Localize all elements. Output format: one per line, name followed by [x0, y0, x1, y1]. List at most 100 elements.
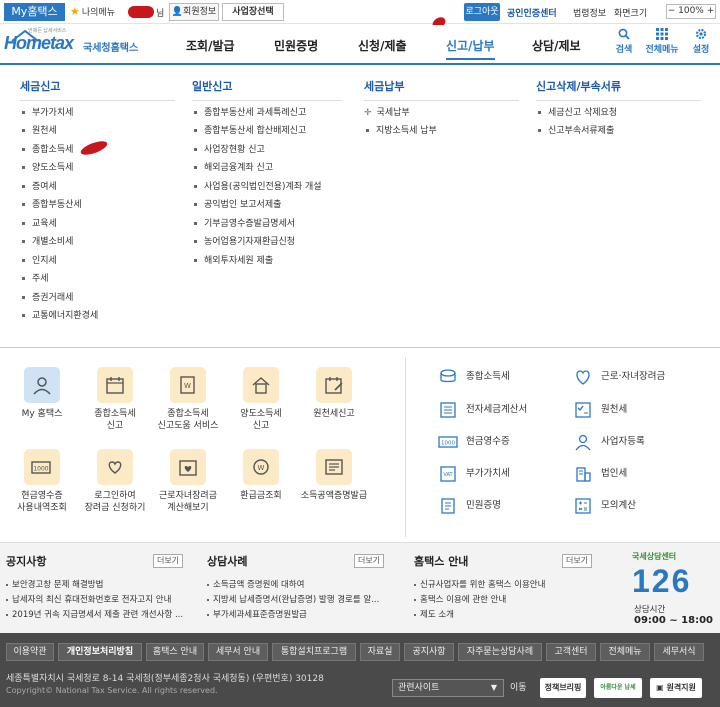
menu-item[interactable]: 사업용(공익법인전용)계좌 개설: [194, 181, 322, 193]
notice-item[interactable]: 납세자의 최신 휴대전화번호로 전자고지 안내: [6, 595, 171, 606]
policy-briefing-badge[interactable]: 정책브리핑: [540, 678, 586, 698]
member-info-button[interactable]: 👤회원정보: [169, 3, 219, 21]
menu-item[interactable]: 주세: [22, 273, 49, 285]
guide-item[interactable]: 홈택스 이용에 관한 안내: [414, 595, 506, 606]
menu-item[interactable]: 종합소득세: [22, 144, 73, 156]
quick-cash-receipt-history[interactable]: 1000 현금영수증 사용내역조회: [7, 449, 77, 514]
footer-link-tax-forms[interactable]: 세무서식: [654, 643, 704, 661]
menu-item[interactable]: 해외투자세원 제출: [194, 255, 273, 267]
quick-income-tax-help[interactable]: W 종합소득세 신고도움 서비스: [153, 367, 223, 432]
cert-center-link[interactable]: 공인인증센터: [507, 6, 557, 19]
menu-item[interactable]: 사업장현황 신고: [194, 144, 265, 156]
logout-button[interactable]: 로그아웃: [464, 3, 500, 21]
nav-inquiry[interactable]: 조회/발급: [186, 37, 235, 54]
notice-more-button[interactable]: 더보기: [153, 554, 183, 568]
all-menu-button[interactable]: 전체메뉴: [645, 28, 679, 55]
main-header: 언제든 납세서비스 Hometax 국세청홈택스 조회/발급 민원증명 신청/제…: [0, 25, 720, 65]
bullet-icon: [22, 259, 25, 262]
footer-link-all-menu[interactable]: 전체메뉴: [600, 643, 650, 661]
menu-item[interactable]: 원천세: [22, 125, 57, 137]
cases-more-button[interactable]: 더보기: [354, 554, 384, 568]
footer-link-notice[interactable]: 공지사항: [404, 643, 454, 661]
zoom-control[interactable]: − 100% +: [666, 4, 716, 19]
notice-item[interactable]: 2019년 귀속 지급명세서 제출 관련 개선사항 ...: [6, 610, 183, 621]
footer-link-tax-office[interactable]: 세무서 안내: [208, 643, 268, 661]
shortcut-label: 종합소득세: [466, 371, 510, 382]
menu-item[interactable]: 인지세: [22, 255, 57, 267]
zoom-in-icon[interactable]: +: [707, 6, 715, 16]
guide-more-button[interactable]: 더보기: [562, 554, 592, 568]
quick-subsidy-calc[interactable]: 근로자녀장려금 계산해보기: [153, 449, 223, 514]
footer-link-privacy[interactable]: 개인정보처리방침: [58, 643, 142, 661]
menu-item[interactable]: 증여세: [22, 181, 57, 193]
menu-item[interactable]: 세금신고 삭제요청: [538, 107, 617, 119]
column-title-tax-payment: 세금납부: [364, 78, 519, 101]
menu-item[interactable]: 기부금영수증발급명세서: [194, 218, 295, 230]
nav-consult[interactable]: 상담/제보: [532, 37, 581, 54]
bullet-icon: [538, 111, 541, 114]
footer-link-customer-center[interactable]: 고객센터: [546, 643, 596, 661]
nav-civil[interactable]: 민원증명: [274, 37, 318, 54]
badge-label: 원격지원: [666, 683, 696, 692]
footer-link-library[interactable]: 자료실: [360, 643, 400, 661]
menu-item[interactable]: 해외금융계좌 신고: [194, 162, 273, 174]
quick-my-hometax[interactable]: My 홈택스: [7, 367, 77, 420]
footer-link-install[interactable]: 통합설치프로그램: [272, 643, 356, 661]
my-hometax-tab[interactable]: My홈택스: [4, 3, 65, 21]
menu-item[interactable]: 지방소득세 납부: [366, 125, 437, 137]
menu-item[interactable]: 공익법인 보고서제출: [194, 199, 281, 211]
quick-login-subsidy[interactable]: 로그인하여 장려금 신청하기: [80, 449, 150, 514]
case-item[interactable]: 부가세과세표준증명원발급: [207, 610, 307, 621]
menu-item[interactable]: 부가가치세: [22, 107, 73, 119]
bullet-icon: [194, 259, 197, 262]
beautiful-tax-badge[interactable]: 아름다운 납세: [594, 678, 642, 698]
menu-item[interactable]: 종합부동산세: [22, 199, 82, 211]
quick-income-tax-report[interactable]: 종합소득세 신고: [80, 367, 150, 432]
bullet-icon: [194, 240, 197, 243]
call-center-banner[interactable]: 국세상담센터 126 상담시간 09:00 ~ 18:00: [630, 551, 714, 631]
nav-apply[interactable]: 신청/제출: [358, 37, 407, 54]
quick-refund-inquiry[interactable]: W 환급금조회: [226, 449, 296, 502]
guide-item[interactable]: 제도 소개: [414, 610, 454, 621]
monitor-icon: ▣: [656, 683, 664, 692]
person-icon: [575, 434, 591, 451]
bullet-icon: [414, 613, 416, 616]
menu-item[interactable]: 교통에너지환경세: [22, 310, 98, 322]
cases-title: 상담사례: [207, 555, 248, 568]
case-item[interactable]: 소득금액 증명원에 대하여: [207, 580, 304, 591]
menu-item[interactable]: ✛ 국세납부: [364, 107, 410, 119]
hours-value: 09:00 ~ 18:00: [634, 615, 714, 626]
footer-link-hometax-guide[interactable]: 홈택스 안내: [146, 643, 204, 661]
settings-button[interactable]: 설정: [684, 28, 718, 55]
related-sites-select[interactable]: 관련사이트 ▼: [392, 679, 504, 697]
menu-item[interactable]: 교육세: [22, 218, 57, 230]
business-select-button[interactable]: 사업장선택: [222, 3, 284, 21]
quick-withholding-report[interactable]: 원천세신고: [299, 367, 369, 420]
case-item[interactable]: 지방세 납세증명서(완납증명) 발행 경로를 알...: [207, 595, 379, 606]
menu-item[interactable]: 종합부동산세 합산배제신고: [194, 125, 306, 137]
law-info-link[interactable]: 법령정보: [573, 6, 606, 19]
nav-report-payment[interactable]: 신고/납부: [446, 37, 495, 60]
menu-item[interactable]: 농어업용기자재환급신청: [194, 236, 295, 248]
my-menu-label: 나의메뉴: [81, 8, 115, 18]
search-button[interactable]: 검색: [607, 28, 641, 55]
go-button[interactable]: 이동: [510, 679, 527, 697]
menu-item-label: 개별소비세: [32, 237, 74, 247]
quick-income-certificate[interactable]: 소득공액증명발급: [299, 449, 369, 502]
guide-item[interactable]: 신규사업자를 위한 홈택스 이용안내: [414, 580, 545, 591]
quick-capital-gains-report[interactable]: 양도소득세 신고: [226, 367, 296, 432]
hometax-logo[interactable]: 언제든 납세서비스 Hometax 국세청홈택스: [4, 27, 139, 61]
menu-item[interactable]: 종합부동산세 과세특례신고: [194, 107, 306, 119]
menu-item[interactable]: 개별소비세: [22, 236, 73, 248]
footer-link-terms[interactable]: 이용약관: [6, 643, 54, 661]
remote-support-button[interactable]: ▣ 원격지원: [650, 678, 702, 698]
my-menu-link[interactable]: ★ 나의메뉴: [70, 5, 115, 20]
menu-item[interactable]: 신고부속서류제출: [538, 125, 614, 137]
zoom-out-icon[interactable]: −: [668, 6, 676, 16]
footer-link-faq[interactable]: 자주묻는상담사례: [458, 643, 542, 661]
notice-item[interactable]: 보안경고창 문제 해결방법: [6, 580, 103, 591]
coins-icon: [440, 369, 456, 383]
menu-item[interactable]: 양도소득세: [22, 162, 73, 174]
menu-item[interactable]: 증권거래세: [22, 292, 73, 304]
svg-text:W: W: [258, 464, 265, 472]
